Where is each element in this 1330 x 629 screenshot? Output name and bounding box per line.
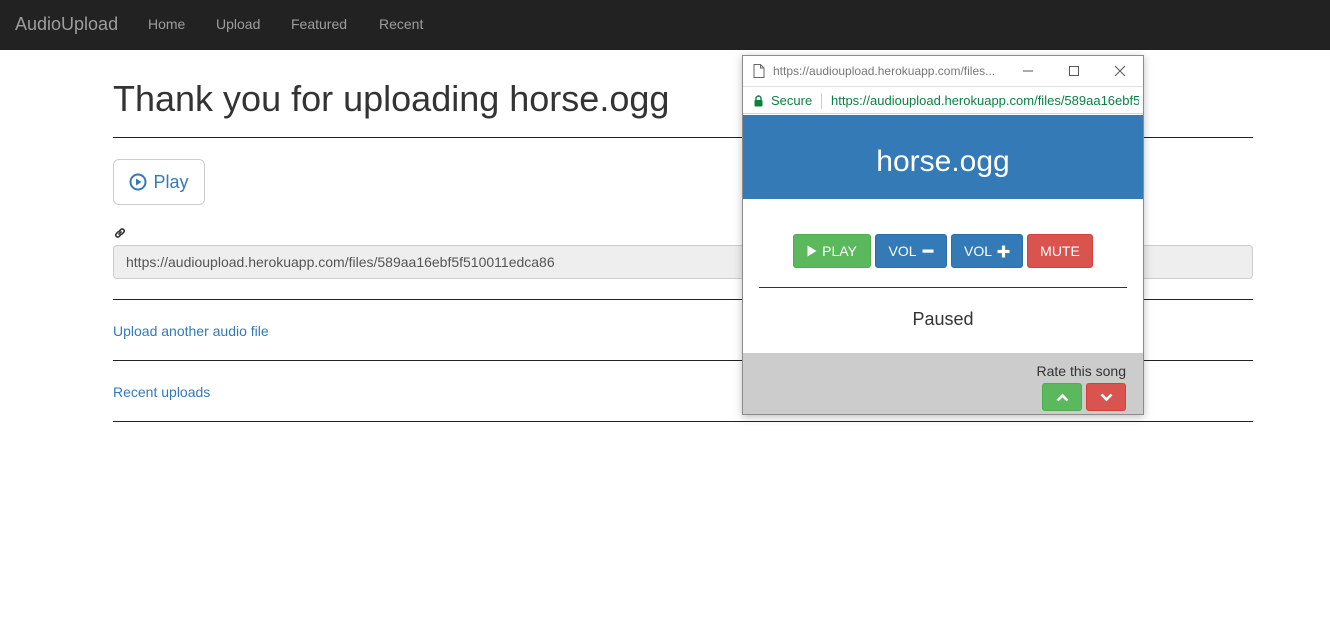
downvote-button[interactable] xyxy=(1086,383,1126,411)
top-navbar: AudioUpload Home Upload Featured Recent xyxy=(0,0,1330,50)
rating-bar: Rate this song xyxy=(743,353,1143,414)
maximize-button[interactable] xyxy=(1059,60,1089,82)
secure-label: Secure xyxy=(771,93,813,108)
play-button-label: Play xyxy=(153,171,189,192)
player-header: horse.ogg xyxy=(743,115,1143,199)
nav-recent[interactable]: Recent xyxy=(379,15,423,33)
nav-home[interactable]: Home xyxy=(148,15,185,33)
playback-status: Paused xyxy=(912,309,974,329)
mute-label: MUTE xyxy=(1040,243,1080,259)
recent-uploads-link[interactable]: Recent uploads xyxy=(113,383,210,401)
nav-featured[interactable]: Featured xyxy=(291,15,347,33)
maximize-icon xyxy=(1069,66,1079,76)
nav-upload[interactable]: Upload xyxy=(216,15,260,33)
volume-up-button[interactable]: VOL xyxy=(951,234,1023,268)
volume-down-button[interactable]: VOL xyxy=(875,234,947,268)
mute-button[interactable]: MUTE xyxy=(1027,234,1093,268)
minimize-icon xyxy=(1023,70,1033,72)
song-title: horse.ogg xyxy=(876,145,1010,178)
player-play-button[interactable]: PLAY xyxy=(793,234,871,268)
brand-link[interactable]: AudioUpload xyxy=(15,13,118,35)
upload-another-link[interactable]: Upload another audio file xyxy=(113,322,269,340)
rate-label: Rate this song xyxy=(1036,363,1127,379)
play-triangle-icon xyxy=(807,245,817,257)
page-title: Thank you for uploading horse.ogg xyxy=(113,78,670,119)
chevron-up-icon xyxy=(1056,393,1068,401)
upvote-button[interactable] xyxy=(1042,383,1082,411)
divider xyxy=(113,421,1253,422)
play-circle-icon xyxy=(129,173,147,191)
close-button[interactable] xyxy=(1105,60,1135,82)
player-divider xyxy=(759,287,1127,288)
vol-down-label: VOL xyxy=(888,243,917,259)
player-popup-window: https://audioupload.herokuapp.com/files.… xyxy=(742,55,1144,415)
chevron-down-icon xyxy=(1100,393,1112,401)
popup-address-bar[interactable]: Secure https://audioupload.herokuapp.com… xyxy=(743,86,1143,114)
page-icon xyxy=(753,64,765,78)
play-button[interactable]: Play xyxy=(113,159,205,205)
popup-window-title: https://audioupload.herokuapp.com/files.… xyxy=(773,64,996,78)
close-icon xyxy=(1114,65,1126,77)
address-separator xyxy=(821,93,822,109)
lock-icon xyxy=(754,95,763,107)
plus-icon xyxy=(997,245,1010,257)
play-label: PLAY xyxy=(822,243,857,259)
popup-titlebar[interactable]: https://audioupload.herokuapp.com/files.… xyxy=(743,56,1143,86)
address-url: https://audioupload.herokuapp.com/files/… xyxy=(831,93,1139,108)
minimize-button[interactable] xyxy=(1013,60,1043,82)
vol-up-label: VOL xyxy=(963,243,992,259)
minus-icon xyxy=(922,249,933,253)
link-icon xyxy=(115,228,125,238)
